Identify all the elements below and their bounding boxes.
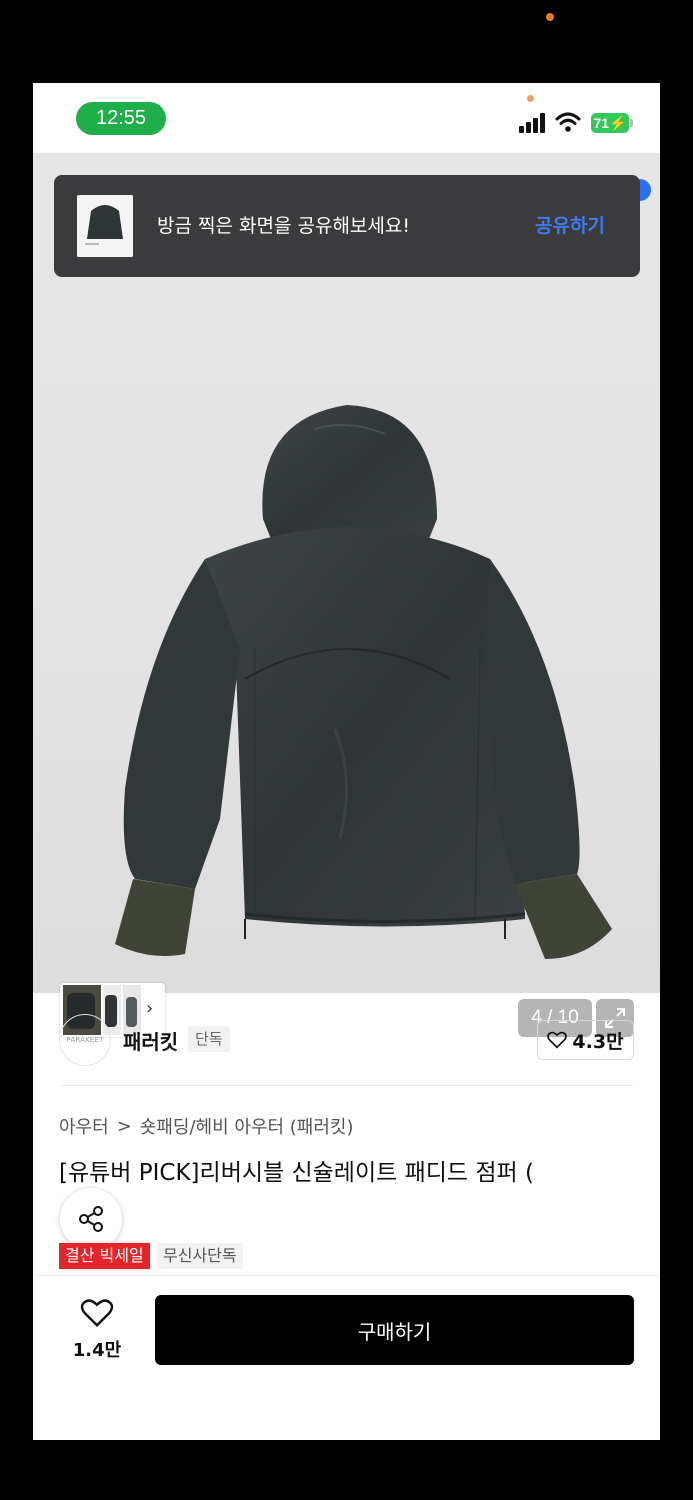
heart-outline-icon	[80, 1299, 114, 1328]
toast-message: 방금 찍은 화면을 공유해보세요!	[157, 215, 410, 237]
divider	[59, 1085, 633, 1086]
brand-name[interactable]: 패러킷	[123, 1026, 178, 1055]
app-screen: 12:55 71 ⚡ › 4 / 10 방금 찍은 화면을 공유해보세요! 공유…	[33, 83, 660, 1440]
breadcrumb-separator: >	[116, 1115, 132, 1137]
brand-like-button[interactable]: 4.3만	[537, 1020, 634, 1060]
share-floating-button[interactable]	[60, 1188, 122, 1250]
exclusive-badge: 무신사단독	[157, 1243, 243, 1269]
wishlist-button[interactable]: 1.4만	[69, 1298, 125, 1362]
breadcrumb: 아우터 > 숏패딩/헤비 아우터 (패러킷)	[59, 1113, 354, 1139]
screenshot-preview-image	[77, 195, 133, 257]
buy-button[interactable]: 구매하기	[155, 1295, 634, 1365]
cellular-signal-icon	[519, 113, 545, 133]
product-image-gallery[interactable]: › 4 / 10	[33, 153, 660, 1037]
brand-logo[interactable]: PARAKEET	[59, 1014, 111, 1066]
screenshot-thumbnail[interactable]	[77, 195, 133, 257]
status-bar: 12:55 71 ⚡	[33, 83, 660, 153]
share-icon	[79, 1206, 103, 1232]
privacy-indicator-dot	[527, 95, 534, 102]
battery-cap	[630, 119, 633, 127]
breadcrumb-category[interactable]: 아우터	[59, 1113, 109, 1139]
sale-badge: 결산 빅세일	[59, 1243, 150, 1269]
wifi-icon	[555, 112, 581, 132]
screenshot-share-toast: 방금 찍은 화면을 공유해보세요! 공유하기	[54, 175, 640, 277]
camera-indicator-dot	[546, 13, 554, 21]
wishlist-count: 1.4만	[72, 1340, 122, 1361]
product-title: [유튜버 PICK]리버시블 신슐레이트 패디드 점퍼 (	[59, 1160, 534, 1186]
battery-level: 71	[593, 115, 610, 131]
status-time: 12:55	[76, 102, 166, 135]
heart-icon	[547, 1031, 568, 1049]
product-jacket-image	[115, 405, 612, 959]
breadcrumb-subcategory[interactable]: 숏패딩/헤비 아우터 (패러킷)	[140, 1113, 354, 1139]
share-button[interactable]: 공유하기	[535, 211, 605, 238]
battery-icon: 71 ⚡	[591, 113, 629, 133]
chevron-right-icon: ›	[146, 998, 154, 1019]
brand-exclusive-tag: 단독	[188, 1026, 230, 1052]
brand-like-count: 4.3만	[572, 1030, 624, 1053]
